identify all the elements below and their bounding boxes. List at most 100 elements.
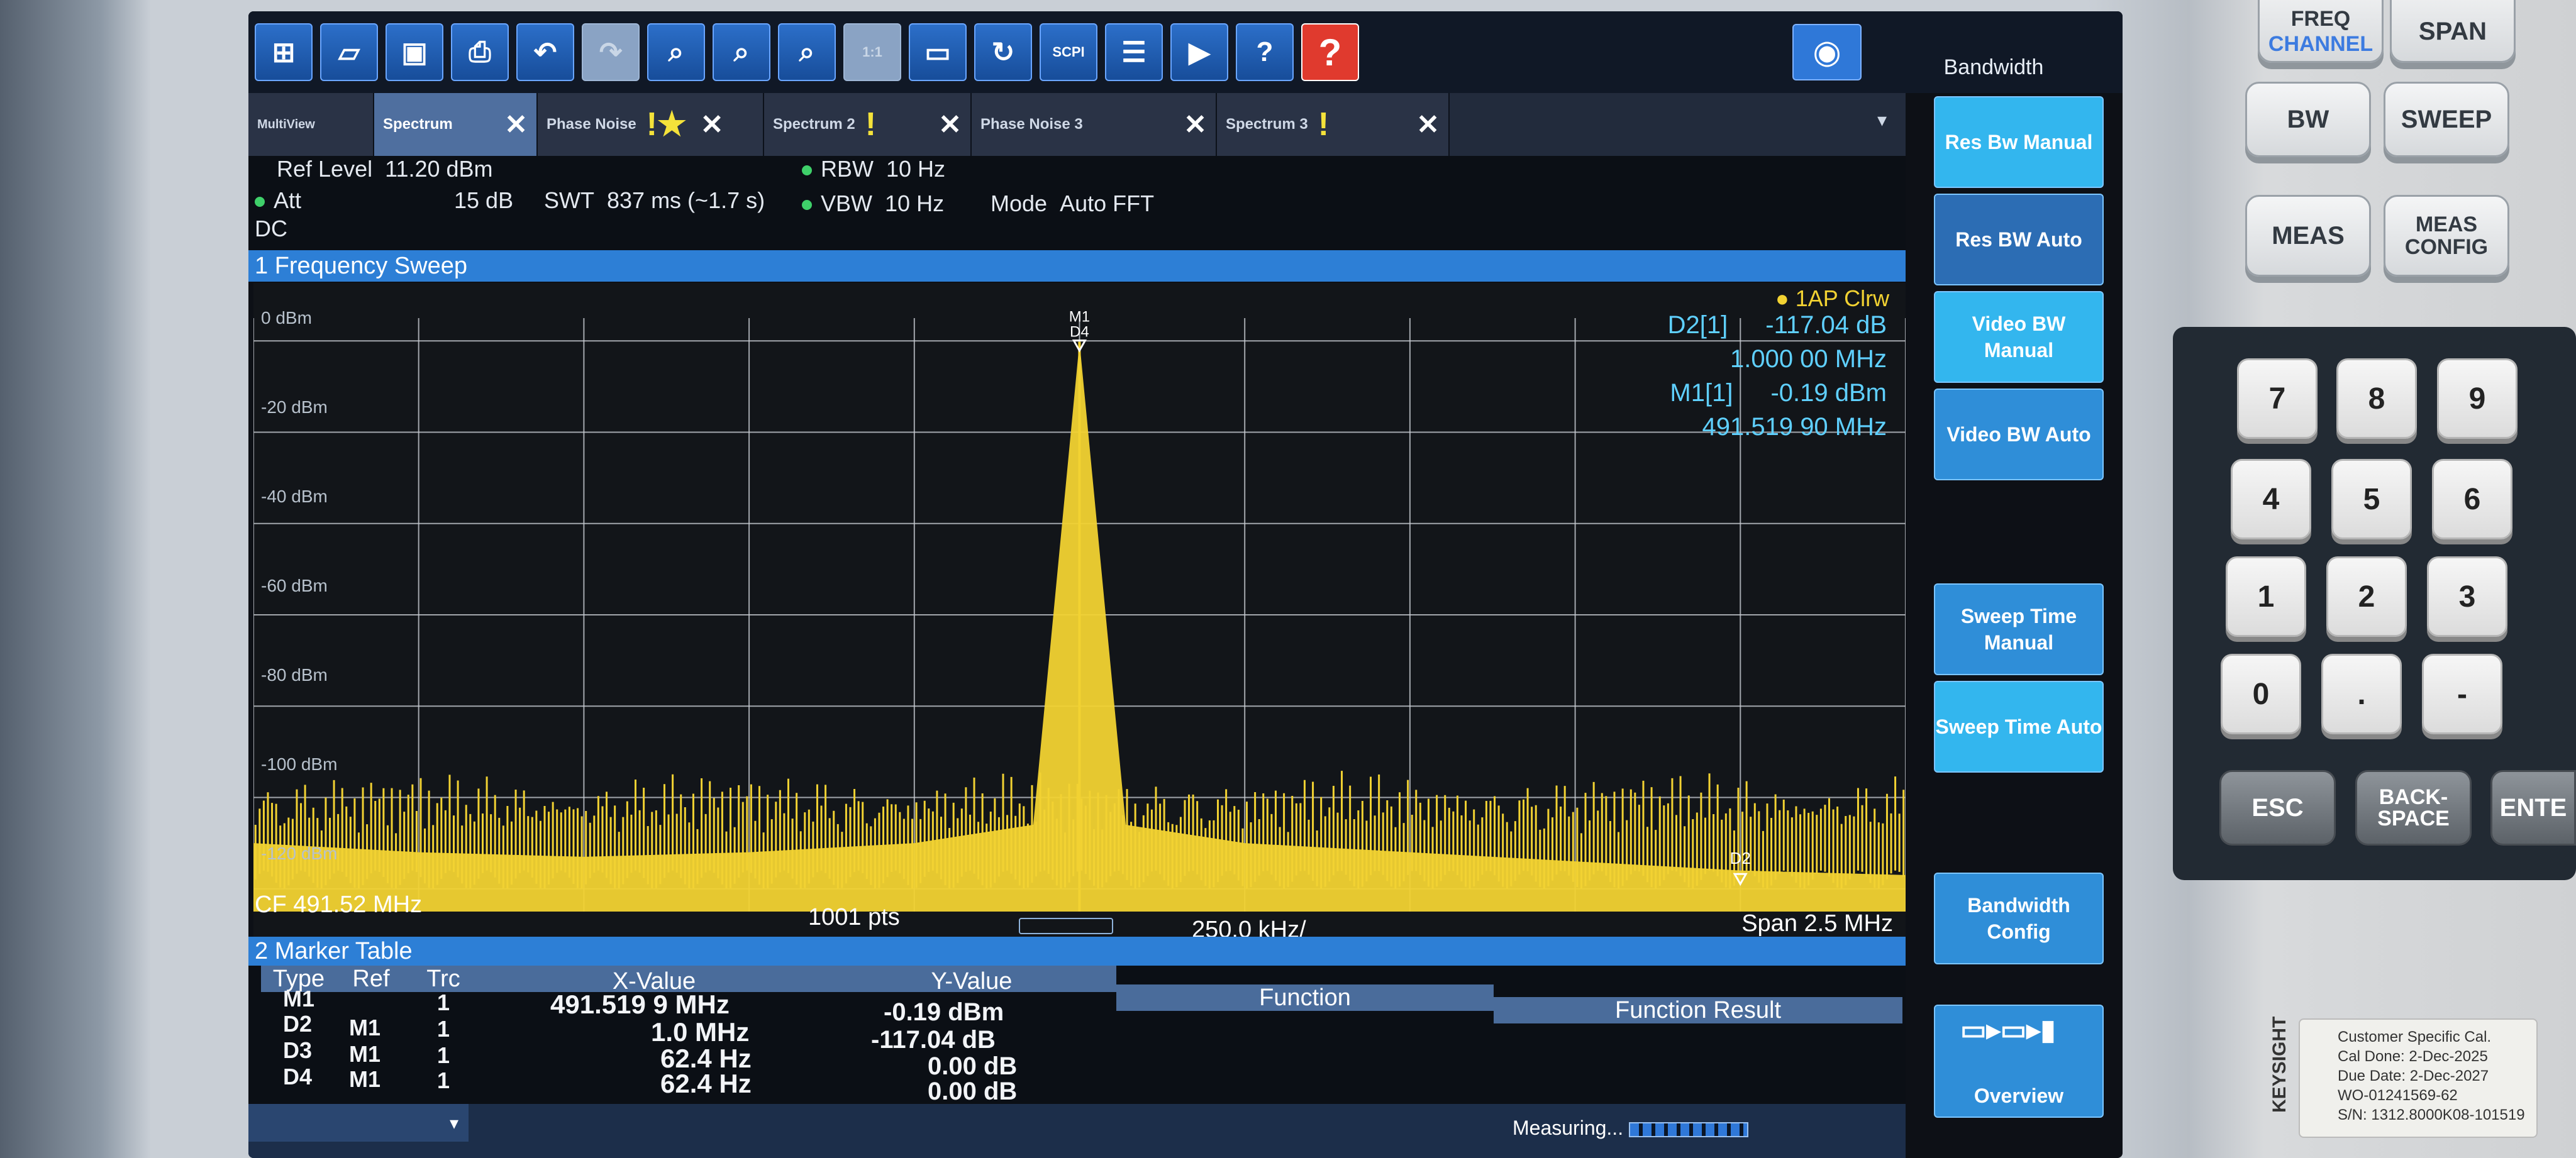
tab-label: Spectrum 3 — [1226, 116, 1308, 133]
ref-level-label: Ref Level — [277, 156, 373, 182]
cal-line: Cal Done: 2-Dec-2025 — [2338, 1048, 2488, 1065]
zoom-1to1-icon[interactable]: 1:1 — [843, 23, 901, 81]
vbw: VBW 10 Hz — [802, 190, 944, 217]
camera-icon[interactable]: ◉ — [1792, 24, 1862, 80]
tab-spectrum[interactable]: Spectrum ✕ — [374, 93, 538, 156]
key-decimal[interactable]: . — [2321, 654, 2402, 734]
enter-key[interactable]: ENTE — [2490, 770, 2576, 846]
spectrum-plot[interactable]: M1 D4 D2 0 dBm -20 dBm -40 dBm -60 dBm -80… — [253, 283, 1906, 937]
column-header: X-Value — [481, 966, 827, 995]
y-tick-label: -100 dBm — [261, 754, 338, 774]
tab-multiview[interactable]: MultiView — [248, 93, 374, 156]
display-icon[interactable]: ▶ — [1170, 23, 1228, 81]
column-header: Y-Value — [827, 966, 1116, 995]
meas-key[interactable]: MEAS — [2245, 195, 2371, 277]
windows-icon[interactable]: ⊞ — [255, 23, 313, 81]
cell-trc: 1 — [437, 990, 450, 1015]
marker-table: Type Ref Trc X-Value Y-Value Function Fu… — [248, 966, 1906, 1105]
res-bw-manual-button[interactable]: Res Bw Manual — [1934, 96, 2104, 188]
tab-phase-noise-3[interactable]: Phase Noise 3 ✕ — [972, 93, 1217, 156]
undo-icon[interactable]: ↶ — [516, 23, 574, 81]
backspace-key[interactable]: BACK- SPACE — [2355, 770, 2472, 846]
analyzer-screen: ⊞ ▱ ▣ ⎙ ↶ ↷ ⌕ ⌕ ⌕ 1:1 ▭ ↻ SCPI ☰ ▶ ? ? ◉… — [248, 11, 2123, 1158]
scroll-handle[interactable] — [1019, 918, 1113, 934]
tab-menu-chevron-down-icon[interactable]: ▾ — [1450, 93, 1906, 156]
cell-type: D4 — [283, 1064, 313, 1089]
video-bw-auto-button[interactable]: Video BW Auto — [1934, 389, 2104, 480]
tab-spectrum-2[interactable]: Spectrum 2! ✕ — [764, 93, 972, 156]
overview-button[interactable]: Overview ▭▸▭▸▮ — [1934, 1005, 2104, 1118]
open-folder-icon[interactable]: ▱ — [320, 23, 378, 81]
ref-level-value: 11.20 dBm — [385, 156, 493, 182]
att: Att — [255, 187, 301, 214]
sweep-key[interactable]: SWEEP — [2384, 82, 2509, 157]
y-tick-label: -40 dBm — [261, 487, 328, 506]
help-icon[interactable]: ? — [1301, 23, 1359, 81]
zoom-off-icon[interactable]: ⌕ — [778, 23, 836, 81]
key-9[interactable]: 9 — [2437, 358, 2518, 439]
close-icon[interactable]: ✕ — [701, 109, 724, 141]
key-5[interactable]: 5 — [2331, 459, 2412, 539]
close-icon[interactable]: ✕ — [1416, 109, 1440, 141]
scpi-label: SCPI — [1052, 44, 1085, 60]
sweep-time-auto-button[interactable]: Sweep Time Auto — [1934, 681, 2104, 773]
close-icon[interactable]: ✕ — [1184, 109, 1207, 141]
scpi-recorder-icon[interactable]: SCPI — [1040, 23, 1097, 81]
key-4[interactable]: 4 — [2231, 459, 2311, 539]
bandwidth-config-button[interactable]: Bandwidth Config — [1934, 873, 2104, 964]
key-minus[interactable]: - — [2422, 654, 2502, 734]
sweep-time-manual-button[interactable]: Sweep Time Manual — [1934, 583, 2104, 675]
key-1[interactable]: 1 — [2226, 556, 2306, 637]
overview-label: Overview — [1974, 1084, 2064, 1107]
print-icon[interactable]: ⎙ — [451, 23, 509, 81]
meas-config-key[interactable]: MEAS CONFIG — [2384, 195, 2509, 277]
key-2[interactable]: 2 — [2326, 556, 2407, 637]
diagram-title: 1 Frequency Sweep — [248, 250, 1906, 282]
zoom-icon[interactable]: ⌕ — [647, 23, 705, 81]
full-screen-icon[interactable]: ▭ — [909, 23, 967, 81]
sweep-points: 1001 pts — [808, 904, 900, 930]
video-bw-manual-button[interactable]: Video BW Manual — [1934, 291, 2104, 383]
help-pointer-icon[interactable]: ? — [1236, 23, 1294, 81]
res-bw-auto-button[interactable]: Res BW Auto — [1934, 194, 2104, 285]
key-7[interactable]: 7 — [2237, 358, 2318, 439]
key-0[interactable]: 0 — [2221, 654, 2301, 734]
keysight-brand: KEYSIGHT — [2269, 1016, 2290, 1113]
cell-x-value: 62.4 Hz — [660, 1069, 752, 1098]
status-dropdown-chevron-down-icon[interactable]: ▾ — [248, 1104, 469, 1142]
coupling: DC — [255, 216, 287, 241]
ref-level: Ref Level 11.20 dBm — [277, 156, 493, 182]
cell-trc: 1 — [437, 1042, 450, 1068]
marker-value: 491.519 90 MHz — [1702, 413, 1887, 441]
center-frequency: CF 491.52 MHz — [255, 891, 423, 918]
zoom-multi-icon[interactable]: ⌕ — [713, 23, 770, 81]
key-3[interactable]: 3 — [2427, 556, 2507, 637]
redo-icon[interactable]: ↷ — [582, 23, 640, 81]
rbw: RBW 10 Hz — [802, 156, 945, 182]
tab-phase-noise[interactable]: Phase Noise !★ ✕ — [538, 93, 764, 156]
column-header: Function Result — [1494, 997, 1902, 1023]
rbw-value: 10 Hz — [886, 156, 946, 182]
refresh-icon[interactable]: ↻ — [974, 23, 1032, 81]
spectrum-chart: M1D4 D2 — [253, 309, 1906, 912]
close-icon[interactable]: ✕ — [938, 109, 962, 141]
mode: Mode Auto FFT — [991, 190, 1154, 217]
cell-y-value: 0.00 dB — [928, 1078, 1018, 1105]
channel-label: CHANNEL — [2268, 32, 2373, 56]
esc-key[interactable]: ESC — [2219, 770, 2336, 846]
tab-spectrum-3[interactable]: Spectrum 3! ✕ — [1217, 93, 1450, 156]
span-key[interactable]: SPAN — [2390, 0, 2516, 63]
save-icon[interactable]: ▣ — [386, 23, 443, 81]
cell-type: D3 — [283, 1037, 313, 1063]
cal-line: Customer Specific Cal. — [2338, 1028, 2492, 1045]
bw-key[interactable]: BW — [2245, 82, 2371, 157]
marker-label-d2: D2 — [1730, 849, 1751, 868]
close-icon[interactable]: ✕ — [504, 109, 528, 141]
key-6[interactable]: 6 — [2432, 459, 2512, 539]
marker-table-title: 2 Marker Table — [248, 937, 1906, 966]
tab-label: Phase Noise — [547, 116, 636, 133]
status-dot — [802, 165, 812, 176]
sequencer-icon[interactable]: ☰ — [1105, 23, 1163, 81]
key-8[interactable]: 8 — [2336, 358, 2417, 439]
freq-channel-key[interactable]: FREQ CHANNEL — [2258, 0, 2384, 63]
